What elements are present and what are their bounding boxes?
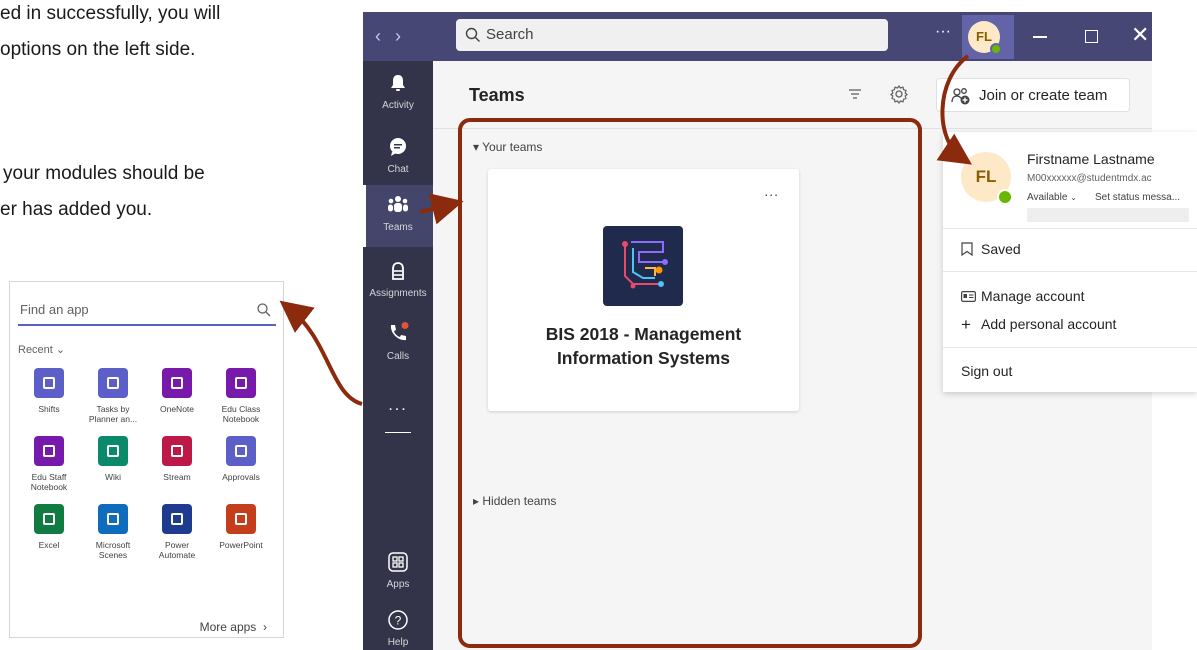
arrow-to-profile — [936, 54, 972, 165]
arrow-to-teams-list — [419, 193, 464, 225]
arrow-to-app-search — [279, 300, 363, 406]
annotation-arrows — [279, 54, 972, 406]
